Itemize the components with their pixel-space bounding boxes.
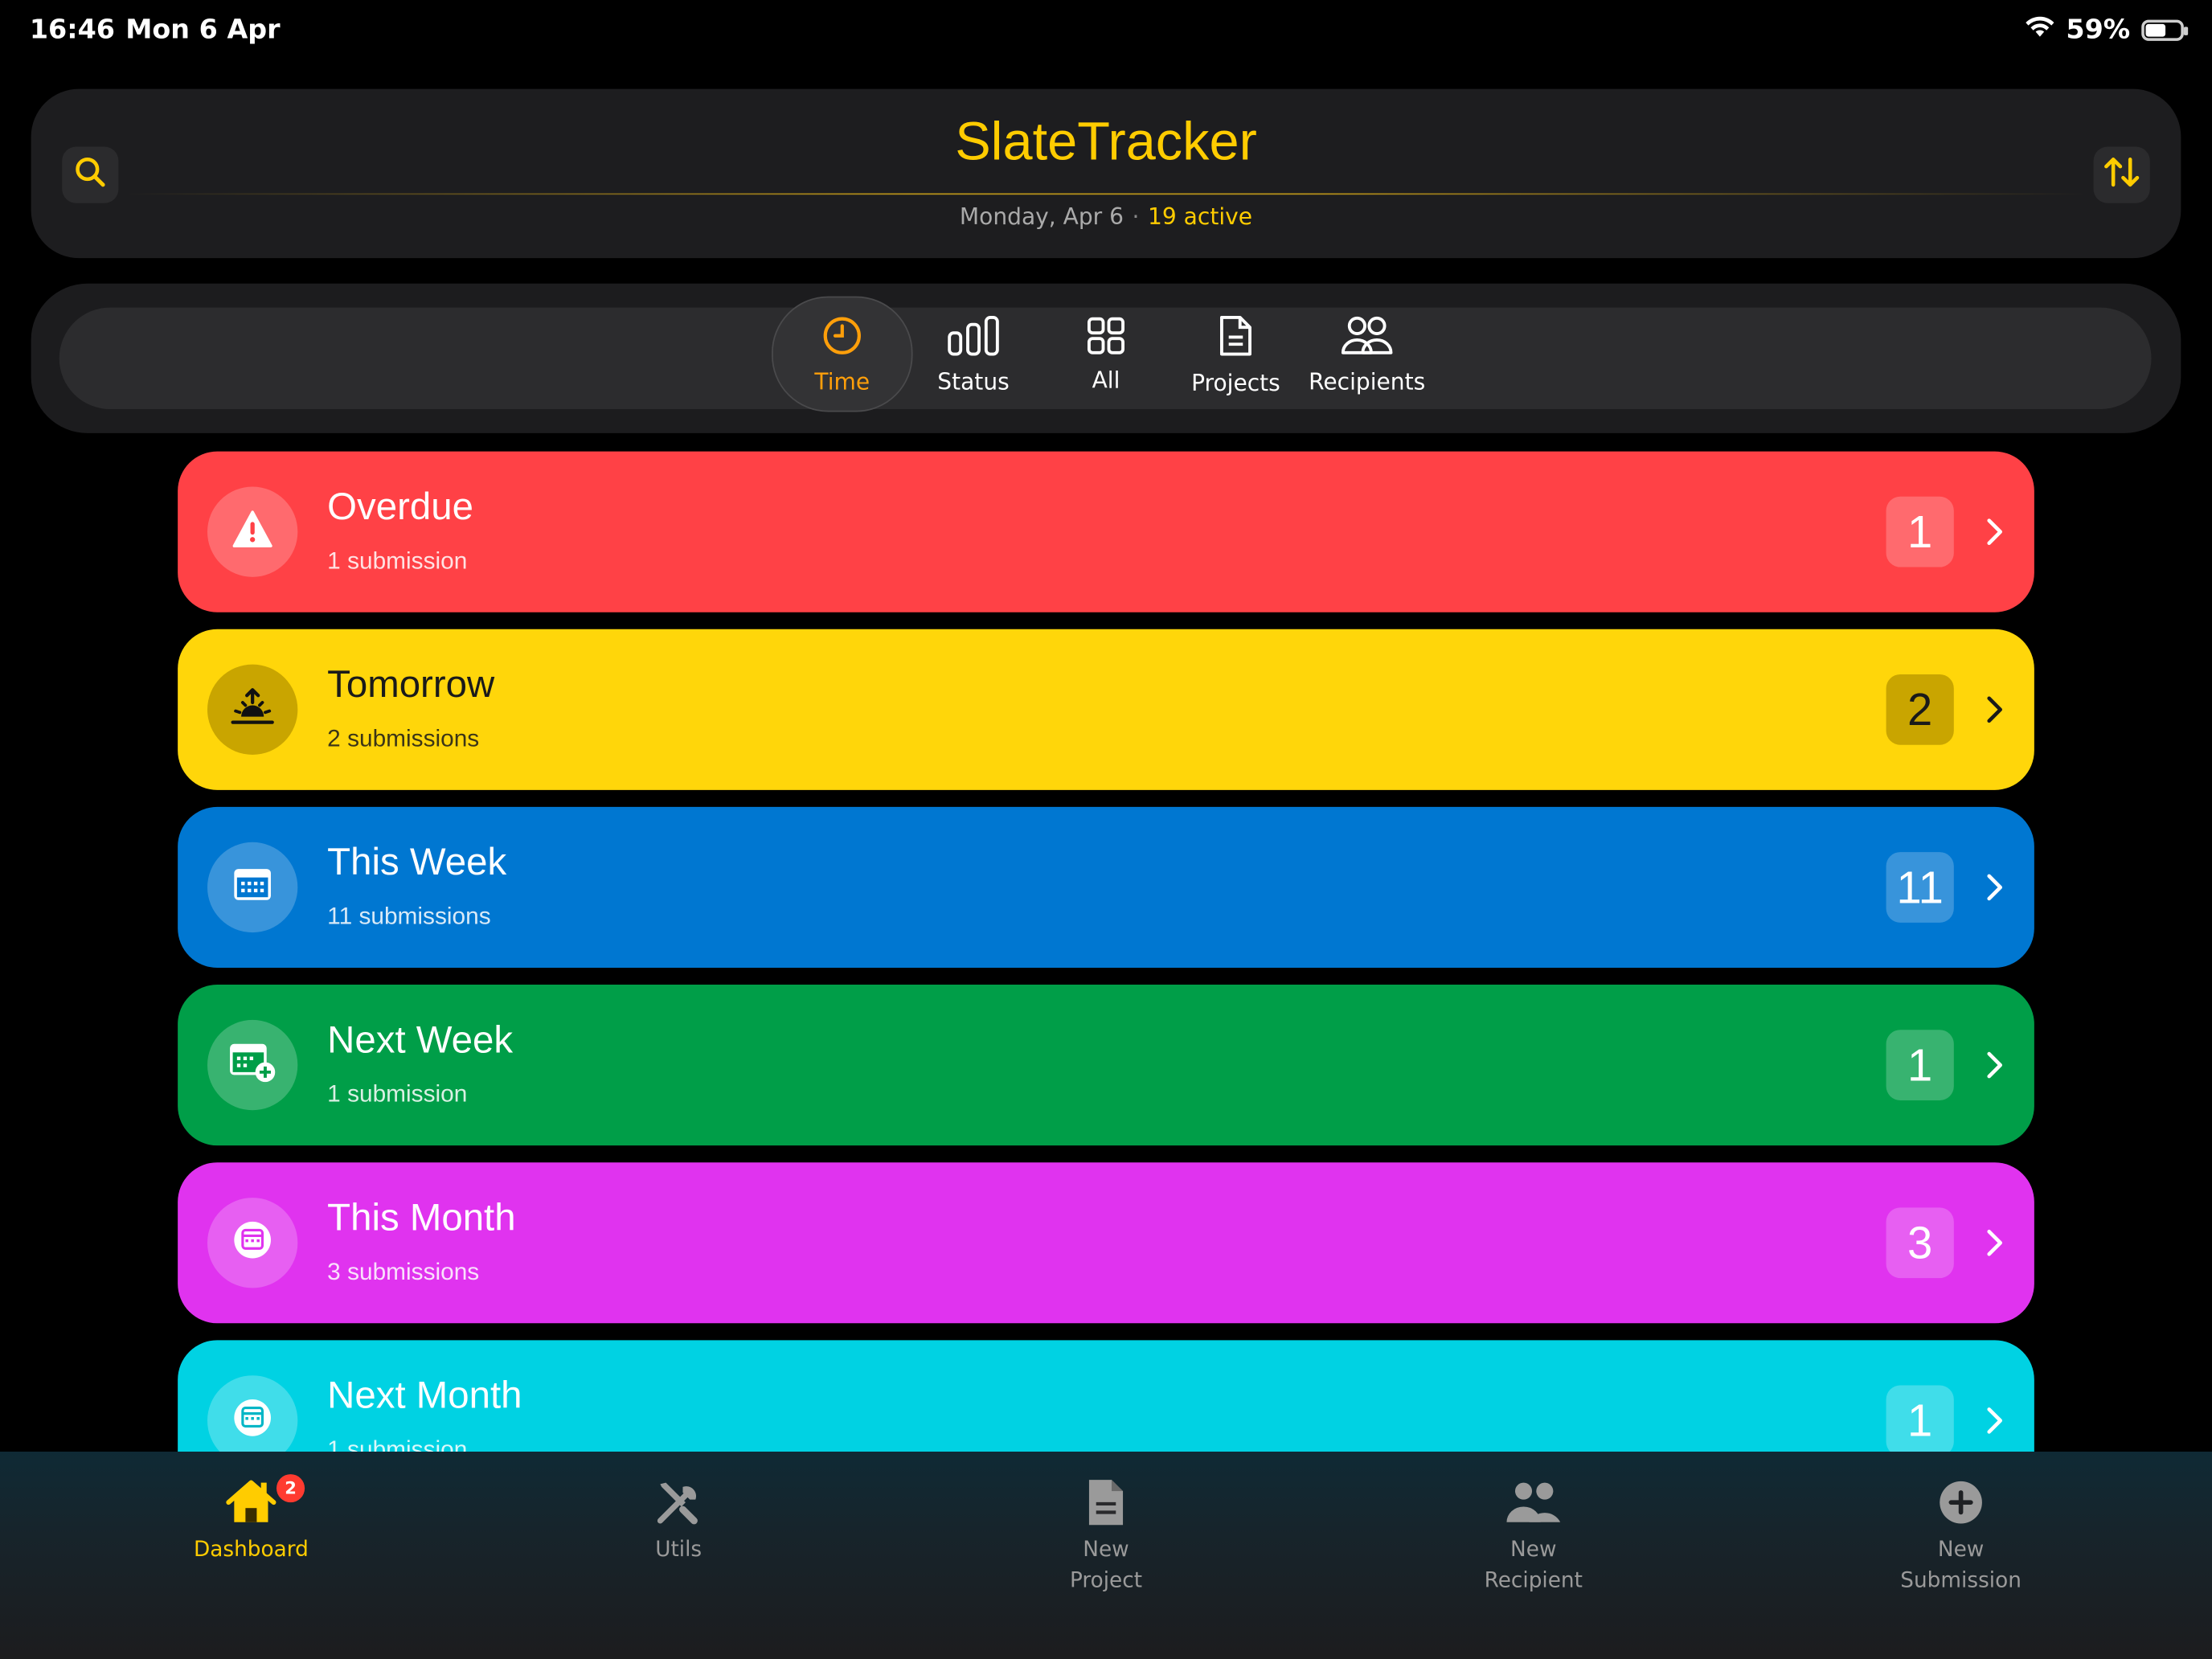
group-subtitle: 3 submissions xyxy=(327,1258,480,1285)
group-card-overdue[interactable]: Overdue 1 submission 1 xyxy=(178,451,2034,612)
tab-projects[interactable]: Projects xyxy=(1165,297,1307,412)
title-underline xyxy=(126,193,2086,195)
chevron-right-icon xyxy=(1981,508,2009,556)
warning-icon xyxy=(231,510,274,555)
group-card-next-week[interactable]: Next Week 1 submission 1 xyxy=(178,985,2034,1146)
wifi-icon xyxy=(2024,14,2055,46)
people-icon xyxy=(1504,1472,1563,1534)
calendar-plus-icon xyxy=(228,1041,276,1089)
tab-label: All xyxy=(1092,366,1120,393)
chevron-right-icon xyxy=(1981,863,2009,911)
tools-icon xyxy=(652,1472,706,1534)
tab-time[interactable]: Time xyxy=(772,296,913,412)
nav-label: New Recipient xyxy=(1484,1536,1583,1593)
battery-icon xyxy=(2141,18,2189,41)
group-title: Next Month xyxy=(327,1374,522,1417)
calendar-icon xyxy=(233,866,272,909)
calendar-circle-icon xyxy=(231,1219,274,1267)
nav-utils[interactable]: Utils xyxy=(538,1472,820,1565)
status-right: 59% xyxy=(2024,14,2189,46)
group-title: Overdue xyxy=(327,485,473,528)
group-subtitle: 1 submission xyxy=(327,547,468,575)
nav-new-submission[interactable]: New Submission xyxy=(1820,1472,2102,1596)
chevron-right-icon xyxy=(1981,1041,2009,1089)
tab-label: Time xyxy=(814,367,870,395)
grid-icon xyxy=(1086,315,1125,360)
group-subtitle: 2 submissions xyxy=(327,725,480,752)
active-count: 19 active xyxy=(1148,203,1253,231)
nav-new-recipient[interactable]: New Recipient xyxy=(1392,1472,1674,1596)
group-count-badge: 2 xyxy=(1886,674,1954,745)
nav-new-project[interactable]: New Project xyxy=(965,1472,1247,1596)
tab-label: Status xyxy=(937,367,1010,395)
group-count-badge: 1 xyxy=(1886,496,1954,567)
header-subtitle: Monday, Apr 6 · 19 active xyxy=(0,203,2212,230)
nav-label: New Project xyxy=(1069,1536,1143,1593)
clock-icon xyxy=(821,314,863,363)
document-icon xyxy=(1218,313,1255,363)
group-count-badge: 1 xyxy=(1886,1385,1954,1456)
group-icon-circle xyxy=(207,664,298,755)
group-title: Next Week xyxy=(327,1018,514,1061)
group-card-this-month[interactable]: This Month 3 submissions 3 xyxy=(178,1162,2034,1324)
nav-label: New Submission xyxy=(1900,1536,2022,1593)
group-count-badge: 11 xyxy=(1886,852,1954,923)
status-time: 16:46 xyxy=(29,14,116,46)
people-icon xyxy=(1340,314,1394,363)
nav-label: Utils xyxy=(655,1536,703,1562)
group-subtitle: 1 submission xyxy=(327,1080,468,1108)
tab-recipients[interactable]: Recipients xyxy=(1296,297,1438,412)
group-title: This Month xyxy=(327,1196,516,1239)
group-icon-circle xyxy=(207,486,298,577)
group-icon-circle xyxy=(207,1198,298,1288)
chevron-right-icon xyxy=(1981,1397,2009,1445)
house-icon: 2 xyxy=(223,1472,305,1534)
status-bar: 16:46 Mon 6 Apr 59% xyxy=(0,0,2212,65)
battery-percent: 59% xyxy=(2066,14,2131,46)
tab-status[interactable]: Status xyxy=(903,297,1044,412)
app-title: SlateTracker xyxy=(955,113,1257,173)
plus-circle-icon xyxy=(1937,1472,1985,1534)
group-count-badge: 1 xyxy=(1886,1030,1954,1100)
bar-chart-icon xyxy=(947,314,1001,363)
tab-label: Recipients xyxy=(1309,367,1426,395)
group-subtitle: 11 submissions xyxy=(327,903,491,930)
separator-dot: · xyxy=(1132,203,1140,231)
header-date: Monday, Apr 6 xyxy=(959,203,1124,231)
group-title: This Week xyxy=(327,841,507,883)
tab-all[interactable]: All xyxy=(1035,297,1177,412)
chevron-right-icon xyxy=(1981,686,2009,734)
tab-label: Projects xyxy=(1191,368,1280,396)
group-card-this-week[interactable]: This Week 11 submissions 11 xyxy=(178,806,2034,968)
group-title: Tomorrow xyxy=(327,662,495,706)
new-document-icon xyxy=(1086,1472,1125,1534)
chevron-right-icon xyxy=(1981,1219,2009,1267)
group-card-tomorrow[interactable]: Tomorrow 2 submissions 2 xyxy=(178,629,2034,790)
group-icon-circle xyxy=(207,1019,298,1111)
calendar-circle-icon xyxy=(231,1397,274,1445)
group-count-badge: 3 xyxy=(1886,1207,1954,1279)
sunrise-icon xyxy=(230,687,275,732)
notification-badge: 2 xyxy=(276,1474,305,1503)
group-icon-circle xyxy=(207,842,298,933)
nav-label: Dashboard xyxy=(193,1536,309,1562)
status-date: Mon 6 Apr xyxy=(125,14,281,46)
nav-dashboard[interactable]: 2 Dashboard xyxy=(110,1472,392,1565)
